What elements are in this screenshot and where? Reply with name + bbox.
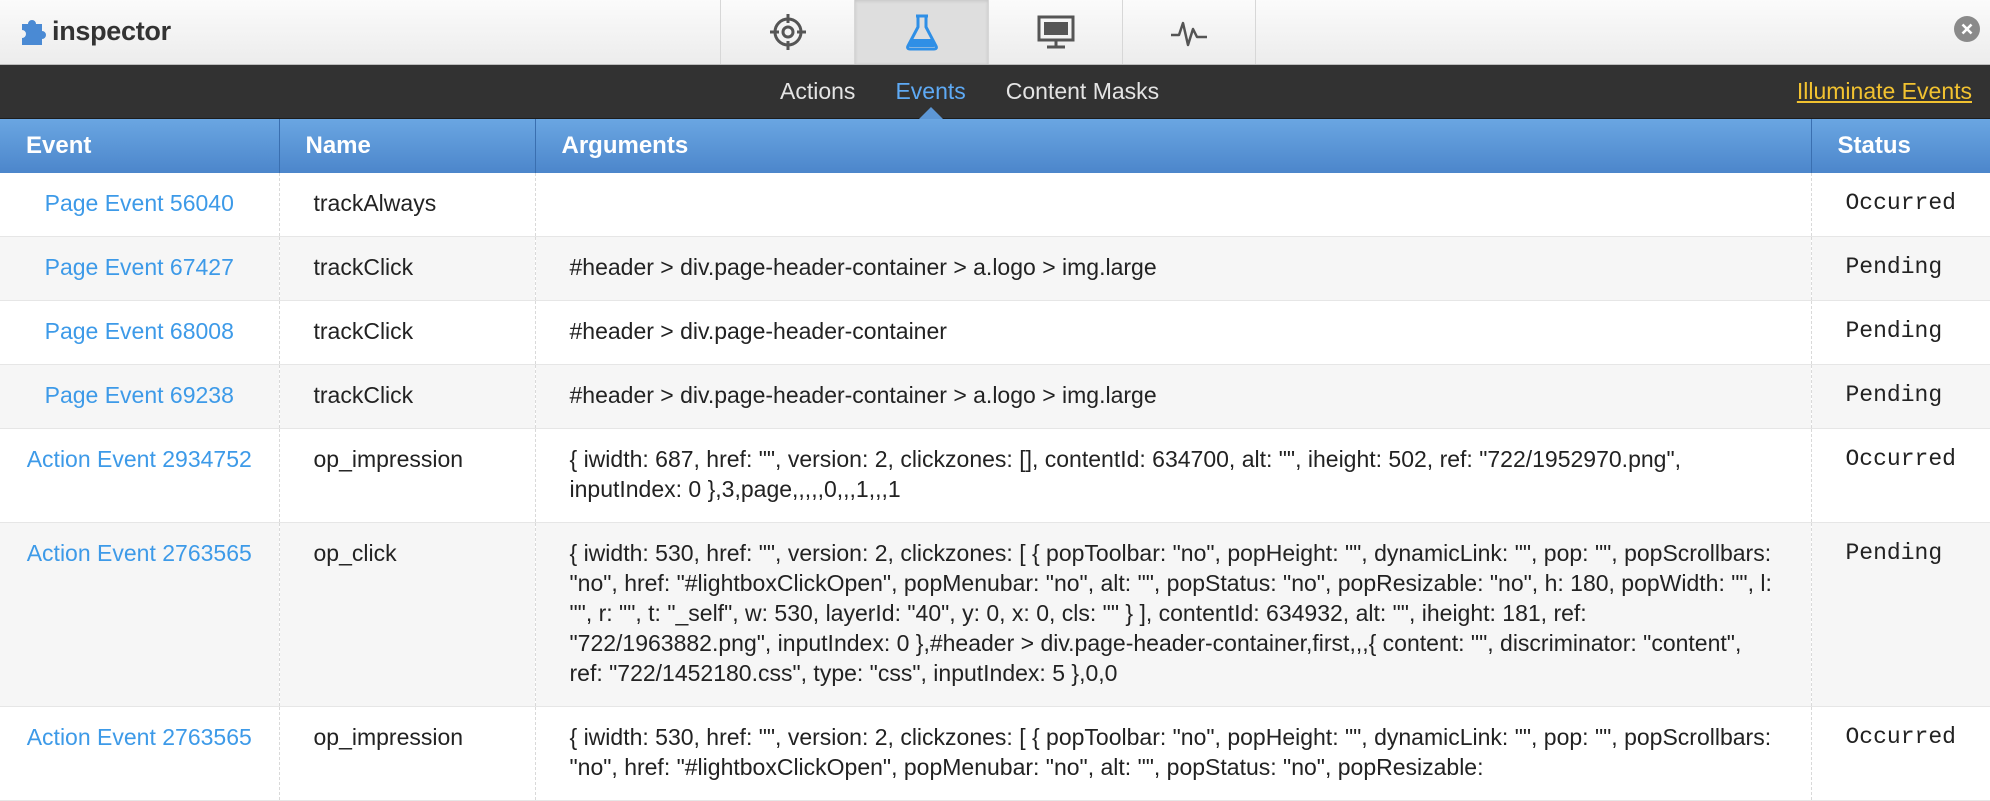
- close-icon: [1961, 23, 1973, 35]
- tool-tabs: [720, 0, 1256, 64]
- table-row: Action Event 2763565 op_impression { iwi…: [0, 706, 1990, 801]
- event-status: Pending: [1811, 236, 1990, 301]
- event-arguments: { iwidth: 530, href: "", version: 2, cli…: [535, 522, 1812, 707]
- event-arguments: #header > div.page-header-container > a.…: [535, 236, 1812, 301]
- puzzle-logo-icon: [22, 20, 46, 45]
- tab-events[interactable]: Events: [895, 65, 966, 119]
- event-name: op_impression: [279, 706, 536, 801]
- event-name: op_click: [279, 522, 536, 707]
- column-header-event[interactable]: Event: [0, 119, 280, 173]
- table-row: Page Event 67427 trackClick #header > di…: [0, 236, 1990, 301]
- event-link[interactable]: Page Event 67427: [0, 236, 280, 301]
- event-link[interactable]: Action Event 2934752: [0, 428, 280, 523]
- column-header-name[interactable]: Name: [278, 119, 536, 173]
- event-link[interactable]: Page Event 69238: [0, 364, 280, 429]
- event-arguments: { iwidth: 687, href: "", version: 2, cli…: [535, 428, 1812, 523]
- events-table: Event Name Arguments Status Page Event 5…: [0, 119, 1990, 801]
- tab-actions[interactable]: Actions: [780, 65, 855, 118]
- table-row: Action Event 2934752 op_impression { iwi…: [0, 428, 1990, 523]
- section-tabs: Actions Events Content Masks: [780, 65, 1199, 119]
- monitor-icon: [1037, 15, 1074, 49]
- crosshair-icon: [769, 14, 806, 50]
- sub-navigation: Actions Events Content Masks Illuminate …: [0, 65, 1990, 119]
- event-arguments: #header > div.page-header-container: [535, 300, 1812, 365]
- event-name: trackClick: [279, 364, 536, 429]
- event-arguments: #header > div.page-header-container > a.…: [535, 364, 1812, 429]
- table-header-row: Event Name Arguments Status: [0, 119, 1990, 173]
- event-link[interactable]: Action Event 2763565: [0, 706, 280, 801]
- event-arguments: { iwidth: 530, href: "", version: 2, cli…: [535, 706, 1812, 801]
- tab-lab[interactable]: [854, 0, 988, 64]
- table-row: Page Event 68008 trackClick #header > di…: [0, 300, 1990, 365]
- tab-content-masks[interactable]: Content Masks: [1006, 65, 1159, 118]
- event-status: Occurred: [1811, 706, 1990, 801]
- event-status: Occurred: [1811, 173, 1990, 237]
- event-arguments: [535, 173, 1812, 237]
- event-link[interactable]: Page Event 56040: [0, 173, 280, 237]
- pulse-icon: [1171, 21, 1207, 47]
- brand: inspector: [16, 13, 171, 49]
- close-button[interactable]: [1954, 16, 1980, 42]
- column-header-status[interactable]: Status: [1810, 119, 1990, 173]
- event-link[interactable]: Page Event 68008: [0, 300, 280, 365]
- tab-preview[interactable]: [988, 0, 1122, 64]
- flask-icon: [905, 14, 938, 51]
- tab-target[interactable]: [720, 0, 854, 64]
- event-name: trackAlways: [279, 173, 536, 237]
- event-name: trackClick: [279, 236, 536, 301]
- table-row: Action Event 2763565 op_click { iwidth: …: [0, 522, 1990, 707]
- top-toolbar: inspector: [0, 0, 1990, 65]
- table-row: Page Event 69238 trackClick #header > di…: [0, 364, 1990, 429]
- event-status: Occurred: [1811, 428, 1990, 523]
- event-status: Pending: [1811, 364, 1990, 429]
- event-status: Pending: [1811, 522, 1990, 707]
- table-row: Page Event 56040 trackAlways Occurred: [0, 173, 1990, 237]
- app-title: inspector: [52, 15, 171, 46]
- event-link[interactable]: Action Event 2763565: [0, 522, 280, 707]
- illuminate-events-link[interactable]: Illuminate Events: [1797, 65, 1972, 118]
- event-name: trackClick: [279, 300, 536, 365]
- event-name: op_impression: [279, 428, 536, 523]
- tab-monitor[interactable]: [1122, 0, 1256, 64]
- column-header-arguments[interactable]: Arguments: [534, 119, 1812, 173]
- event-status: Pending: [1811, 300, 1990, 365]
